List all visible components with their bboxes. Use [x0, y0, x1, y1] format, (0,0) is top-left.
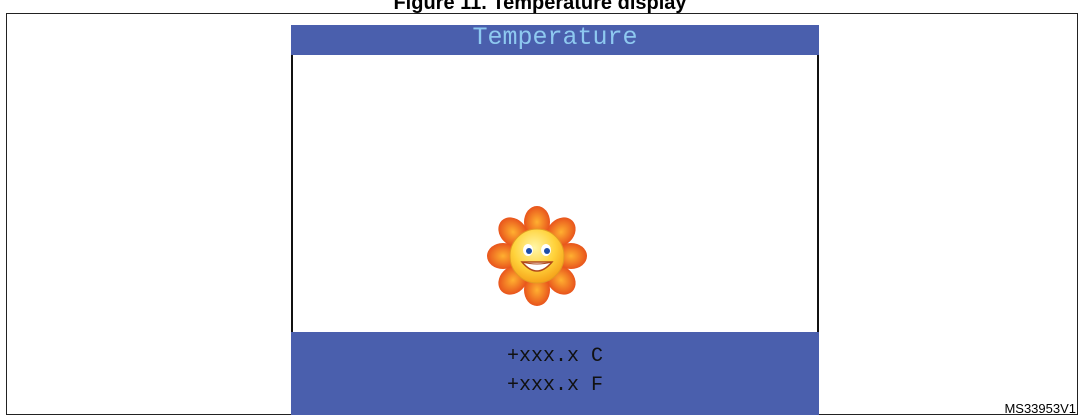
- celsius-readout: +xxx.x C: [506, 345, 603, 368]
- display-area: [291, 55, 819, 332]
- smiling-sun-icon: [487, 206, 587, 306]
- screen-title: Temperature: [472, 23, 638, 52]
- temperature-screen: Temperature +xxx.x C +xxx.x F: [291, 23, 819, 415]
- readout-bar: +xxx.x C +xxx.x F: [291, 332, 819, 415]
- figure-reference: MS33953V1: [1004, 401, 1076, 416]
- fahrenheit-readout: +xxx.x F: [506, 374, 603, 397]
- screen-header-bar: Temperature: [291, 23, 819, 55]
